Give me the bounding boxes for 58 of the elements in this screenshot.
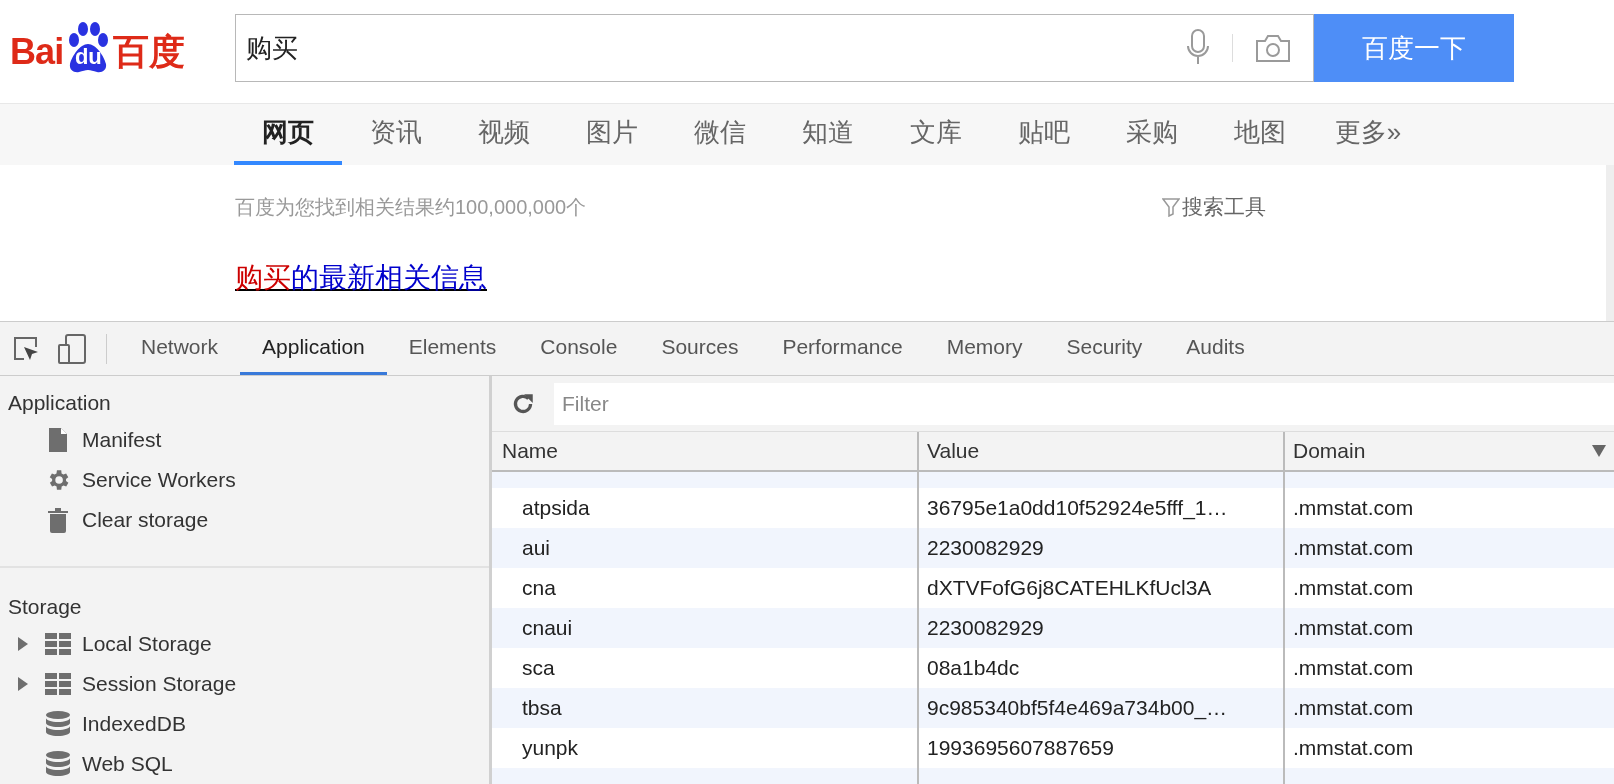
devtools-tab[interactable]: Network: [119, 322, 241, 375]
sidebar-item[interactable]: Service Workers: [0, 460, 489, 500]
sidebar-item[interactable]: Manifest: [0, 420, 489, 460]
file-icon: [47, 426, 69, 454]
filter-icon: [1162, 196, 1180, 217]
device-icon[interactable]: [58, 333, 86, 364]
nav-tab[interactable]: 视频: [450, 104, 558, 165]
section-heading: Storage: [7, 594, 83, 621]
table-cell-text: .mmstat.com: [1292, 495, 1415, 522]
logo[interactable]: Bai du 百度: [0, 14, 222, 70]
inspect-icon[interactable]: [12, 334, 40, 363]
devtools-tab[interactable]: Elements: [386, 322, 519, 375]
table-cell-text: .mmstat.com: [1292, 535, 1415, 562]
search-field[interactable]: 购买: [235, 14, 1314, 82]
column-header[interactable]: Value: [919, 432, 1285, 470]
table-icon: [45, 633, 71, 655]
search-tools-button[interactable]: 搜索工具: [1162, 191, 1266, 223]
nav-tab[interactable]: 文库: [882, 104, 990, 165]
devtools-tab[interactable]: Security: [1044, 322, 1165, 375]
table-cell-text: .mmstat.com: [1292, 615, 1415, 642]
nav-tab[interactable]: 地图: [1206, 104, 1314, 165]
devtools-tab[interactable]: Console: [518, 322, 640, 375]
sidebar-item[interactable]: Session Storage: [0, 664, 489, 704]
nav-tab[interactable]: 知道: [774, 104, 882, 165]
sidebar-item[interactable]: Clear storage: [0, 500, 489, 540]
devtools-tab[interactable]: Performance: [760, 322, 925, 375]
nav-tab[interactable]: 图片: [558, 104, 666, 165]
devtools-tab[interactable]: Memory: [924, 322, 1045, 375]
sidebar-item[interactable]: IndexedDB: [0, 704, 489, 744]
camera-icon[interactable]: [1255, 33, 1291, 63]
table-cell-text: .mmstat.com: [1292, 655, 1415, 682]
database-icon: [46, 711, 70, 737]
nav-tab[interactable]: 网页: [234, 104, 342, 165]
nav-tab[interactable]: 更多»: [1314, 104, 1422, 165]
table-cell-text: .mmstat.com: [1292, 695, 1415, 722]
nav-tab[interactable]: 资讯: [342, 104, 450, 165]
result-count: 百度为您找到相关结果约100,000,000个: [235, 194, 587, 220]
table-cell-text: .mmstat.com: [1292, 735, 1415, 762]
sort-icon[interactable]: [1592, 445, 1606, 457]
devtools-tab[interactable]: Sources: [639, 322, 761, 375]
nav-tab[interactable]: 采购: [1098, 104, 1206, 165]
filter-field[interactable]: Filter: [554, 382, 1614, 425]
database-icon: [46, 751, 70, 777]
section-heading: Application: [7, 390, 112, 417]
nav-tab[interactable]: 微信: [666, 104, 774, 165]
nav-tab[interactable]: 贴吧: [990, 104, 1098, 165]
expand-arrow-icon[interactable]: [18, 677, 28, 691]
sidebar-item[interactable]: Web SQL: [0, 744, 489, 784]
result-title-link[interactable]: 购买的最新相关信息: [235, 256, 487, 299]
trash-icon: [47, 506, 69, 534]
table-cell-text: .mmstat.com: [1292, 575, 1415, 602]
expand-arrow-icon[interactable]: [18, 637, 28, 651]
column-header[interactable]: Name: [492, 432, 919, 470]
table-icon: [45, 673, 71, 695]
devtools-tab[interactable]: Audits: [1164, 322, 1267, 375]
column-header[interactable]: Domain: [1285, 432, 1614, 470]
microphone-icon[interactable]: [1186, 29, 1210, 67]
sidebar-item[interactable]: Local Storage: [0, 624, 489, 664]
